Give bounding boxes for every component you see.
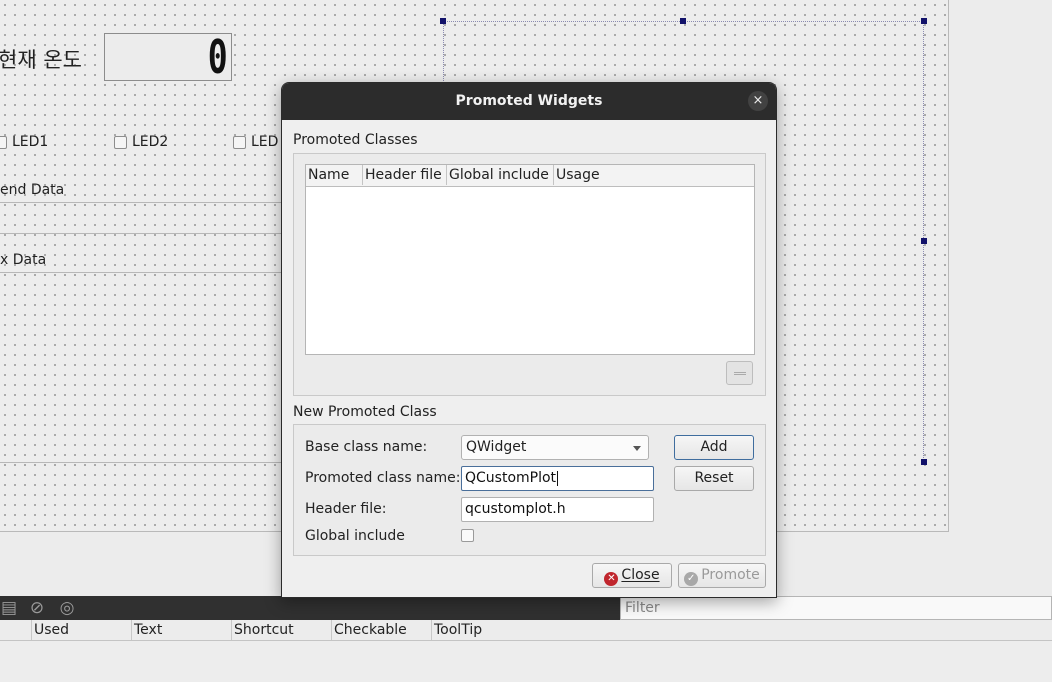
led3-label: LED bbox=[251, 134, 279, 150]
close-button[interactable]: ✕ Close bbox=[592, 563, 672, 588]
filter-input[interactable]: Filter bbox=[620, 596, 1052, 620]
promoted-widgets-dialog: Promoted Widgets × Promoted Classes Name… bbox=[281, 82, 777, 598]
base-class-combobox[interactable]: QWidget bbox=[461, 435, 649, 460]
new-promoted-class-group: Base class name: QWidget Add Promoted cl… bbox=[293, 424, 766, 556]
temperature-label: 현재 온도 bbox=[0, 48, 82, 72]
minus-icon bbox=[734, 372, 746, 375]
led3-box bbox=[233, 135, 246, 149]
configure-icon[interactable]: ◎ bbox=[58, 599, 76, 617]
led1-label: LED1 bbox=[12, 134, 49, 150]
text-caret bbox=[557, 470, 559, 486]
action-editor-header: Used Text Shortcut Checkable ToolTip bbox=[0, 620, 1052, 641]
column-shortcut[interactable]: Shortcut bbox=[231, 620, 294, 640]
column-used[interactable]: Used bbox=[31, 620, 69, 640]
selection-handle-tl[interactable] bbox=[440, 18, 446, 24]
delete-action-icon[interactable]: ⊘ bbox=[28, 599, 46, 617]
selection-outline-left bbox=[443, 21, 444, 81]
led1-box bbox=[0, 135, 7, 149]
promote-button-label: Promote bbox=[701, 567, 760, 583]
rx-group-bottom-line bbox=[0, 462, 282, 463]
led2-checkbox[interactable]: LED2 bbox=[114, 134, 168, 150]
paste-icon[interactable]: ▤ bbox=[0, 599, 18, 617]
promoted-class-input[interactable]: QCustomPlot bbox=[461, 466, 654, 491]
selection-handle-mr[interactable] bbox=[921, 238, 927, 244]
rx-group-top-line bbox=[0, 272, 282, 273]
selection-handle-tr[interactable] bbox=[921, 18, 927, 24]
chevron-down-icon bbox=[633, 446, 641, 451]
header-file-input[interactable]: qcustomplot.h bbox=[461, 497, 654, 522]
column-tooltip[interactable]: ToolTip bbox=[431, 620, 482, 640]
send-group-top-line bbox=[0, 202, 282, 203]
base-class-label: Base class name: bbox=[305, 439, 428, 455]
lcd-value: 0 bbox=[208, 30, 228, 84]
column-header-file[interactable]: Header file bbox=[363, 165, 447, 185]
base-class-value: QWidget bbox=[466, 439, 527, 455]
selection-handle-br[interactable] bbox=[921, 459, 927, 465]
add-button[interactable]: Add bbox=[674, 435, 754, 460]
led1-checkbox[interactable]: LED1 bbox=[0, 134, 48, 150]
header-file-label: Header file: bbox=[305, 501, 387, 517]
column-checkable[interactable]: Checkable bbox=[331, 620, 407, 640]
global-include-checkbox[interactable] bbox=[461, 529, 474, 542]
promoted-classes-title: Promoted Classes bbox=[293, 132, 418, 148]
new-promoted-class-title: New Promoted Class bbox=[293, 404, 437, 420]
promoted-classes-table[interactable]: Name Header file Global include Usage bbox=[305, 164, 755, 355]
close-circle-icon: ✕ bbox=[604, 572, 619, 586]
global-include-label: Global include bbox=[305, 528, 405, 544]
lcd-number[interactable]: 0 bbox=[104, 30, 232, 84]
column-name[interactable]: Name bbox=[306, 165, 363, 185]
selection-handle-tm[interactable] bbox=[680, 18, 686, 24]
column-text[interactable]: Text bbox=[131, 620, 162, 640]
dialog-titlebar[interactable]: Promoted Widgets × bbox=[282, 83, 776, 120]
led3-checkbox[interactable]: LED bbox=[233, 134, 278, 150]
rx-data-group-title: x Data bbox=[0, 252, 47, 268]
action-editor-toolbar: ▤ ⊘ ◎ bbox=[0, 596, 620, 620]
promoted-classes-group: Name Header file Global include Usage bbox=[293, 153, 766, 396]
check-circle-icon: ✓ bbox=[684, 572, 699, 586]
header-file-value: qcustomplot.h bbox=[465, 501, 566, 517]
column-usage[interactable]: Usage bbox=[554, 165, 614, 185]
column-global-include[interactable]: Global include bbox=[447, 165, 554, 185]
promote-button[interactable]: ✓ Promote bbox=[678, 563, 766, 588]
action-editor-list[interactable] bbox=[0, 641, 1052, 682]
dialog-title: Promoted Widgets bbox=[455, 93, 603, 109]
close-button-label: Close bbox=[621, 567, 660, 583]
promoted-class-value: QCustomPlot bbox=[465, 470, 557, 486]
promoted-class-label: Promoted class name: bbox=[305, 470, 461, 486]
led2-label: LED2 bbox=[132, 134, 169, 150]
led2-box bbox=[114, 135, 127, 149]
send-data-group-title: end Data bbox=[0, 182, 65, 198]
close-icon[interactable]: × bbox=[748, 91, 768, 111]
remove-class-button[interactable] bbox=[726, 361, 753, 385]
reset-button[interactable]: Reset bbox=[674, 466, 754, 491]
send-group-bottom-line bbox=[0, 233, 282, 234]
table-header: Name Header file Global include Usage bbox=[306, 165, 754, 187]
